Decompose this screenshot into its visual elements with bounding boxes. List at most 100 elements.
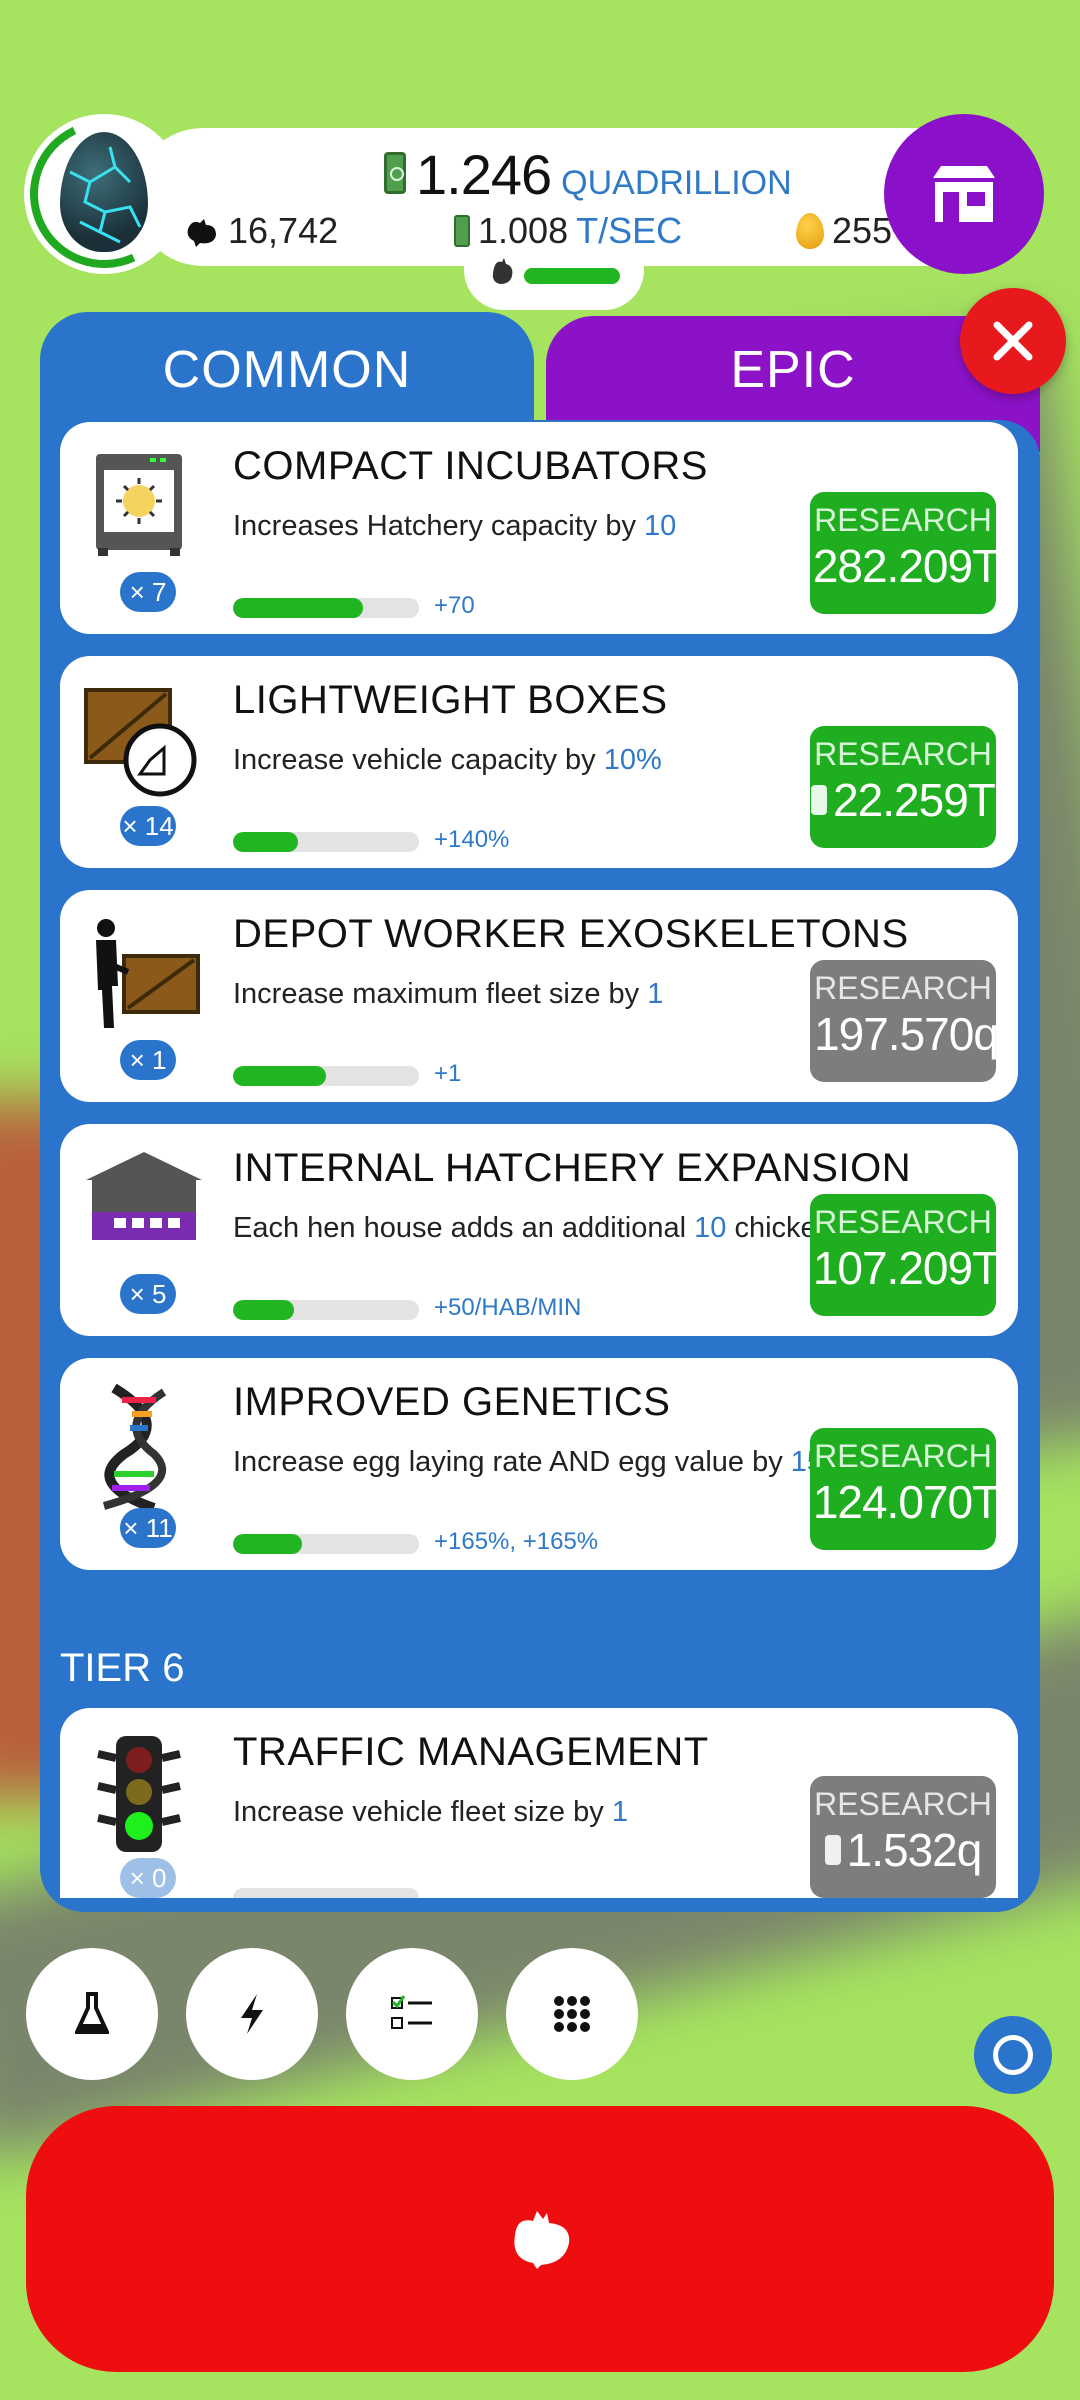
shop-icon (933, 166, 995, 222)
research-item-lightweight-boxes: × 14 LIGHTWEIGHT BOXES Increase vehicle … (60, 656, 1018, 868)
research-description: Increases Hatchery capacity by 10 (233, 510, 677, 542)
traffic-light-icon (84, 1734, 194, 1852)
research-cost: 124.070T (812, 1476, 1000, 1528)
research-cost: 1.532q (810, 1823, 996, 1877)
research-panel: EPIC COMMON × 7 COMPACT INCUBATORS Incre… (40, 312, 1040, 1912)
rate-unit: T/SEC (576, 210, 683, 251)
chicken-count: 16,742 (184, 210, 338, 252)
research-button[interactable]: RESEARCH 124.070T (810, 1428, 1000, 1550)
research-button-label: RESEARCH (814, 1204, 992, 1240)
research-item-compact-incubators: × 7 COMPACT INCUBATORS Increases Hatcher… (60, 422, 1018, 634)
research-menu-button[interactable] (26, 1948, 158, 2080)
egg-icon (60, 132, 148, 252)
close-button[interactable] (960, 288, 1066, 394)
research-button[interactable]: RESEARCH 22.259T (810, 726, 996, 848)
chicken-icon (187, 219, 216, 247)
chicken-icon (514, 2211, 570, 2269)
research-bonus: +70 (434, 592, 475, 619)
research-progress-bar (233, 832, 419, 852)
progress-fill (233, 1066, 326, 1086)
research-description: Increase vehicle fleet size by 1 (233, 1796, 628, 1828)
research-bonus: +140% (434, 826, 510, 853)
research-bonus: +1 (434, 1060, 462, 1087)
progress-fill (233, 1300, 295, 1320)
research-title: DEPOT WORKER EXOSKELETONS (233, 912, 909, 956)
research-progress-bar (233, 1534, 419, 1554)
research-title: INTERNAL HATCHERY EXPANSION (233, 1146, 912, 1190)
research-cost: 282.209T (812, 540, 1000, 592)
rate-value: 1.008 (478, 210, 569, 251)
research-cost: 22.259T (810, 773, 996, 827)
shop-button[interactable] (884, 114, 1044, 274)
hen-house-icon (84, 1150, 202, 1260)
chick-icon (488, 258, 514, 293)
hatch-chicken-button[interactable] (26, 2106, 1054, 2372)
research-item-internal-hatchery-expansion: × 5 INTERNAL HATCHERY EXPANSION Each hen… (60, 1124, 1018, 1336)
research-progress-bar (233, 1888, 419, 1898)
money-unit: QUADRILLION (561, 164, 792, 202)
research-title: TRAFFIC MANAGEMENT (233, 1730, 709, 1774)
research-button[interactable]: RESEARCH 282.209T (810, 492, 1000, 614)
top-hud: 1.246 QUADRILLION 16,742 1.008 T/SEC 255 (9, 99, 1044, 310)
research-description: Increase maximum fleet size by 1 (233, 978, 664, 1010)
research-button[interactable]: RESEARCH 107.209T (810, 1194, 1000, 1316)
ring-icon (993, 2035, 1033, 2075)
cash-icon (454, 215, 470, 247)
drone-progress (464, 248, 644, 310)
research-progress-bar (233, 598, 419, 618)
main-menu-button[interactable] (506, 1948, 638, 2080)
dna-icon (84, 1383, 194, 1513)
research-button[interactable]: RESEARCH 1.532q (810, 1776, 996, 1898)
research-cost: 107.209T (812, 1242, 1000, 1294)
research-level-badge: × 7 (120, 572, 176, 612)
money-display: 1.246 QUADRILLION (384, 142, 792, 207)
research-title: COMPACT INCUBATORS (233, 444, 708, 488)
research-list[interactable]: × 7 COMPACT INCUBATORS Increases Hatcher… (40, 420, 1040, 1912)
tier-heading: TIER 6 (60, 1646, 185, 1690)
egg-selector[interactable] (9, 99, 199, 289)
box-icon (84, 682, 197, 797)
research-item-traffic-management: × 0 TRAFFIC MANAGEMENT Increase vehicle … (60, 1708, 1018, 1898)
research-progress-bar (233, 1066, 419, 1086)
research-level-badge: × 0 (120, 1858, 176, 1898)
incubator-icon (84, 448, 194, 558)
cash-icon (384, 152, 406, 194)
research-item-improved-genetics: × 11 IMPROVED GENETICS Increase egg layi… (60, 1358, 1018, 1570)
chicken-count-value: 16,742 (228, 210, 339, 251)
camera-toggle-button[interactable] (974, 2016, 1052, 2094)
golden-egg-count: 255 (796, 210, 892, 252)
progress-fill (233, 832, 299, 852)
research-cost: 197.570q (814, 1008, 999, 1060)
research-button-label: RESEARCH (814, 1438, 992, 1474)
drone-progress-bar (524, 268, 620, 284)
research-item-depot-worker-exoskeletons: × 1 DEPOT WORKER EXOSKELETONS Increase m… (60, 890, 1018, 1102)
research-button-label: RESEARCH (814, 970, 992, 1006)
cash-icon (824, 1835, 841, 1865)
checklist-icon (391, 1995, 432, 2029)
flask-icon (75, 1992, 109, 2034)
golden-egg-value: 255 (832, 210, 893, 251)
progress-fill (233, 1534, 302, 1554)
money-value: 1.246 (416, 143, 552, 206)
cash-icon (811, 785, 828, 815)
research-button-label: RESEARCH (814, 736, 992, 772)
research-button-label: RESEARCH (814, 1786, 992, 1822)
lightning-icon (241, 1994, 263, 2034)
research-progress-bar (233, 1300, 419, 1320)
research-description: Increase egg laying rate AND egg value b… (233, 1446, 849, 1478)
close-icon (993, 321, 1033, 361)
research-level-badge: × 14 (120, 806, 176, 846)
research-level-badge: × 5 (120, 1274, 176, 1314)
boosts-button[interactable] (186, 1948, 318, 2080)
research-button[interactable]: RESEARCH 197.570q (810, 960, 999, 1082)
research-level-badge: × 11 (120, 1508, 176, 1548)
missions-button[interactable] (346, 1948, 478, 2080)
research-title: LIGHTWEIGHT BOXES (233, 678, 668, 722)
research-description: Each hen house adds an additional 10 chi… (233, 1212, 902, 1244)
research-button-label: RESEARCH (814, 502, 992, 538)
earning-rate: 1.008 T/SEC (454, 210, 682, 252)
progress-fill (233, 598, 364, 618)
research-title: IMPROVED GENETICS (233, 1380, 671, 1424)
grid-icon (554, 1996, 590, 2032)
research-level-badge: × 1 (120, 1040, 176, 1080)
